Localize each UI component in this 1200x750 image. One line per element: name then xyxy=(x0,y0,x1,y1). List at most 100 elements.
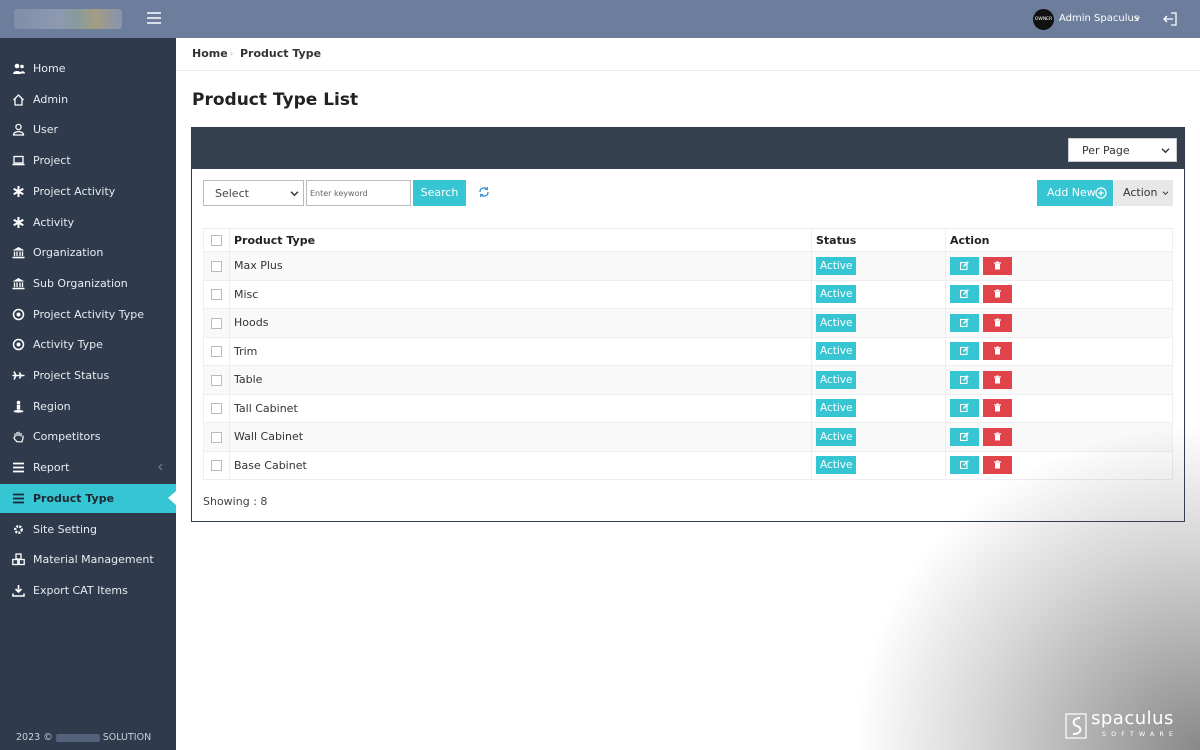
status-badge[interactable]: Active xyxy=(816,456,857,475)
sidebar-item-label: Home xyxy=(33,62,66,75)
delete-button[interactable] xyxy=(983,370,1012,389)
avatar[interactable]: OWNER xyxy=(1033,9,1054,30)
sidebar-item-activity-type[interactable]: Activity Type xyxy=(0,330,176,359)
action-cell xyxy=(945,279,1173,309)
delete-button[interactable] xyxy=(983,342,1012,361)
edit-button[interactable] xyxy=(950,285,979,304)
row-checkbox[interactable] xyxy=(211,374,222,386)
delete-button[interactable] xyxy=(983,399,1012,418)
per-page-select[interactable]: Per Page xyxy=(1068,138,1177,162)
sidebar-item-admin[interactable]: Admin xyxy=(0,85,176,114)
product-type-cell: Max Plus xyxy=(229,251,812,281)
trash-icon xyxy=(994,261,1001,270)
logout-icon[interactable] xyxy=(1162,11,1178,27)
edit-icon xyxy=(960,289,969,299)
sidebar-item-competitors[interactable]: Competitors xyxy=(0,422,176,451)
edit-icon xyxy=(960,431,969,441)
sidebar-item-project-activity[interactable]: Project Activity xyxy=(0,177,176,206)
sidebar-item-site-setting[interactable]: Site Setting xyxy=(0,515,176,544)
delete-button[interactable] xyxy=(983,313,1012,332)
row-checkbox[interactable] xyxy=(211,289,222,301)
table-row: Max Plus Active xyxy=(203,251,1173,281)
row-checkbox[interactable] xyxy=(211,403,222,415)
product-type-cell: Tall Cabinet xyxy=(229,393,812,423)
add-new-button[interactable]: Add New xyxy=(1037,180,1113,206)
status-badge[interactable]: Active xyxy=(816,342,857,361)
sidebar-item-home[interactable]: Home xyxy=(0,54,176,83)
breadcrumb-current: Product Type xyxy=(240,47,322,60)
sidebar-item-product-type[interactable]: Product Type xyxy=(0,483,176,513)
edit-button[interactable] xyxy=(950,456,979,475)
delete-button[interactable] xyxy=(983,427,1012,446)
list-icon xyxy=(13,462,24,473)
users-icon xyxy=(13,63,25,74)
row-select-cell xyxy=(203,251,230,281)
row-checkbox[interactable] xyxy=(211,317,222,329)
refresh-icon[interactable] xyxy=(478,186,490,198)
column-header-product-type[interactable]: Product Type xyxy=(229,228,812,252)
sidebar-item-label: Project Status xyxy=(33,369,110,382)
menu-toggle-icon[interactable] xyxy=(147,12,161,24)
sidebar-item-material-management[interactable]: Material Management xyxy=(0,545,176,574)
sidebar-item-label: Competitors xyxy=(33,430,101,444)
edit-button[interactable] xyxy=(950,399,979,418)
status-badge[interactable]: Active xyxy=(816,313,857,332)
trash-icon xyxy=(994,346,1001,355)
laptop-icon xyxy=(12,155,25,166)
edit-button[interactable] xyxy=(950,370,979,389)
status-badge[interactable]: Active xyxy=(816,399,857,418)
gear-icon xyxy=(14,524,23,534)
product-type-table: Product Type Status Action Max Plus Activ… xyxy=(203,228,1173,480)
status-cell: Active xyxy=(811,279,946,309)
sidebar-item-report[interactable]: Report xyxy=(0,453,176,482)
sidebar-item-organization[interactable]: Organization xyxy=(0,238,176,267)
column-header-status[interactable]: Status xyxy=(811,228,946,252)
bank-icon xyxy=(12,247,25,259)
table-row: Hoods Active xyxy=(203,308,1173,338)
select-all-checkbox[interactable] xyxy=(211,235,222,246)
breadcrumb: Home › Product Type xyxy=(176,38,1200,71)
user-menu-label[interactable]: Admin Spaculus xyxy=(1059,13,1139,24)
sidebar-item-export-cat-items[interactable]: Export CAT Items xyxy=(0,576,176,605)
delete-button[interactable] xyxy=(983,285,1012,304)
status-cell: Active xyxy=(811,336,946,366)
select-all-cell xyxy=(203,228,230,252)
delete-button[interactable] xyxy=(983,456,1012,475)
edit-button[interactable] xyxy=(950,313,979,332)
status-badge[interactable]: Active xyxy=(816,370,857,389)
action-cell xyxy=(945,308,1173,338)
edit-button[interactable] xyxy=(950,427,979,446)
chevron-down-icon[interactable] xyxy=(1133,14,1141,22)
sidebar-item-activity[interactable]: Activity xyxy=(0,208,176,237)
product-type-cell: Wall Cabinet xyxy=(229,422,812,452)
sidebar-item-user[interactable]: User xyxy=(0,115,176,144)
sidebar-item-region[interactable]: Region xyxy=(0,392,176,421)
sidebar-item-sub-organization[interactable]: Sub Organization xyxy=(0,269,176,298)
row-select-cell xyxy=(203,422,230,452)
edit-icon xyxy=(960,317,969,327)
row-checkbox[interactable] xyxy=(211,346,222,358)
sidebar-item-project[interactable]: Project xyxy=(0,146,176,175)
sidebar-item-label: Region xyxy=(33,399,71,413)
status-badge[interactable]: Active xyxy=(816,285,857,304)
row-checkbox[interactable] xyxy=(211,431,222,443)
breadcrumb-home-link[interactable]: Home xyxy=(192,47,228,60)
edit-button[interactable] xyxy=(950,342,979,361)
logo[interactable] xyxy=(14,9,122,29)
search-button[interactable]: Search xyxy=(413,180,466,206)
table-header-row: Product Type Status Action xyxy=(203,228,1173,252)
chevron-down-icon xyxy=(1162,191,1169,196)
sidebar-item-project-status[interactable]: Project Status xyxy=(0,361,176,390)
row-checkbox[interactable] xyxy=(211,260,222,272)
search-input[interactable] xyxy=(306,180,411,206)
action-dropdown-button[interactable]: Action xyxy=(1114,180,1173,206)
filter-select[interactable]: Select xyxy=(203,180,304,206)
product-type-panel: Per Page Select Search Add New Action Pr… xyxy=(191,127,1185,522)
delete-button[interactable] xyxy=(983,256,1012,275)
sidebar-item-project-activity-type[interactable]: Project Activity Type xyxy=(0,300,176,329)
status-badge[interactable]: Active xyxy=(816,256,857,275)
status-badge[interactable]: Active xyxy=(816,427,857,446)
action-cell xyxy=(945,393,1173,423)
row-checkbox[interactable] xyxy=(211,460,222,472)
edit-button[interactable] xyxy=(950,256,979,275)
